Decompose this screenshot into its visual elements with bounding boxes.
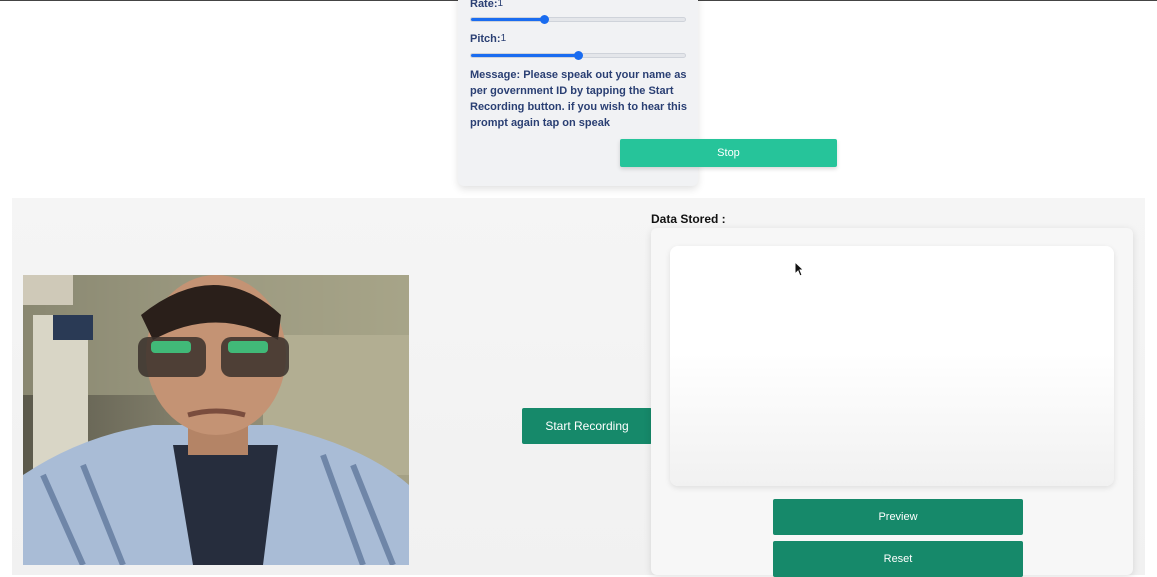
reset-button[interactable]: Reset bbox=[773, 541, 1023, 577]
webcam-video-feed bbox=[23, 275, 409, 565]
pitch-slider-thumb[interactable] bbox=[574, 51, 583, 60]
webcam-frame-image bbox=[23, 275, 409, 565]
start-recording-button[interactable]: Start Recording bbox=[522, 408, 652, 444]
rate-value: 1 bbox=[497, 0, 504, 9]
rate-slider-thumb[interactable] bbox=[539, 15, 549, 24]
prompt-message: Message: Please speak out your name as p… bbox=[470, 69, 687, 129]
stop-button[interactable]: Stop bbox=[620, 139, 837, 167]
data-stored-output bbox=[670, 246, 1114, 486]
preview-button[interactable]: Preview bbox=[773, 499, 1023, 535]
rate-slider[interactable] bbox=[470, 15, 686, 24]
mouse-pointer-icon bbox=[794, 260, 805, 282]
rate-slider-fill bbox=[471, 18, 544, 21]
pitch-slider-fill bbox=[471, 54, 578, 57]
pitch-label: Pitch:1 bbox=[470, 33, 507, 45]
data-stored-title: Data Stored : bbox=[651, 212, 726, 226]
rate-label: Rate:1 bbox=[470, 0, 504, 10]
pitch-slider[interactable] bbox=[470, 51, 686, 60]
pitch-value: 1 bbox=[500, 33, 507, 44]
